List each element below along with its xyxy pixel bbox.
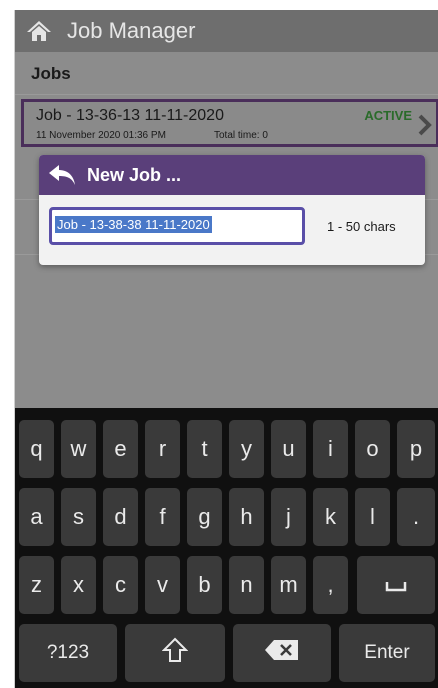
key-v[interactable]: v: [145, 556, 180, 614]
backspace-key[interactable]: [233, 624, 331, 682]
key-k[interactable]: k: [313, 488, 348, 546]
char-limit-hint: 1 - 50 chars: [327, 219, 396, 234]
key-b[interactable]: b: [187, 556, 222, 614]
space-key[interactable]: [357, 556, 435, 614]
enter-key[interactable]: Enter: [339, 624, 435, 682]
key-u[interactable]: u: [271, 420, 306, 478]
new-job-dialog: New Job ... Job - 13-38-38 11-11-2020 1 …: [39, 155, 425, 265]
shift-key[interactable]: [125, 624, 225, 682]
section-header-jobs: Jobs: [31, 64, 71, 83]
back-arrow-icon[interactable]: [47, 162, 77, 188]
status-badge: ACTIVE: [364, 108, 412, 123]
backspace-icon: [264, 639, 300, 667]
space-icon: [385, 572, 407, 598]
key-e[interactable]: e: [103, 420, 138, 478]
job-name-input[interactable]: Job - 13-38-38 11-11-2020: [55, 216, 212, 233]
key-c[interactable]: c: [103, 556, 138, 614]
job-date: 11 November 2020 01:36 PM: [36, 130, 166, 141]
title-bar: Job Manager: [15, 10, 438, 52]
app-screen: Job Manager Jobs Job - 13-36-13 11-11-20…: [14, 10, 438, 688]
dialog-header: New Job ...: [39, 155, 425, 195]
key-h[interactable]: h: [229, 488, 264, 546]
key-l[interactable]: l: [355, 488, 390, 546]
job-total-time: Total time: 0: [214, 130, 268, 141]
home-icon[interactable]: [25, 18, 53, 44]
device-frame: Job Manager Jobs Job - 13-36-13 11-11-20…: [0, 0, 438, 688]
chevron-right-icon: [418, 114, 432, 141]
key-p[interactable]: p: [397, 420, 435, 478]
key-m[interactable]: m: [271, 556, 306, 614]
key-i[interactable]: i: [313, 420, 348, 478]
key-n[interactable]: n: [229, 556, 264, 614]
dialog-title: New Job ...: [87, 164, 182, 185]
key-s[interactable]: s: [61, 488, 96, 546]
job-name-field[interactable]: Job - 13-38-38 11-11-2020: [49, 207, 305, 245]
key-w[interactable]: w: [61, 420, 96, 478]
key-q[interactable]: q: [19, 420, 54, 478]
key-g[interactable]: g: [187, 488, 222, 546]
app-title: Job Manager: [67, 18, 196, 43]
key-x[interactable]: x: [61, 556, 96, 614]
key-a[interactable]: a: [19, 488, 54, 546]
divider: [15, 94, 438, 95]
key-z[interactable]: z: [19, 556, 54, 614]
onscreen-keyboard: q w e r t y u i o p a s d f g h j k l . …: [15, 408, 438, 688]
symbols-key[interactable]: ?123: [19, 624, 117, 682]
key-y[interactable]: y: [229, 420, 264, 478]
key-period[interactable]: .: [397, 488, 435, 546]
key-r[interactable]: r: [145, 420, 180, 478]
job-name: Job - 13-36-13 11-11-2020: [36, 107, 224, 124]
key-f[interactable]: f: [145, 488, 180, 546]
key-j[interactable]: j: [271, 488, 306, 546]
job-row[interactable]: Job - 13-36-13 11-11-2020 11 November 20…: [21, 99, 438, 147]
key-d[interactable]: d: [103, 488, 138, 546]
key-comma[interactable]: ,: [313, 556, 348, 614]
shift-icon: [161, 637, 189, 669]
key-o[interactable]: o: [355, 420, 390, 478]
key-t[interactable]: t: [187, 420, 222, 478]
